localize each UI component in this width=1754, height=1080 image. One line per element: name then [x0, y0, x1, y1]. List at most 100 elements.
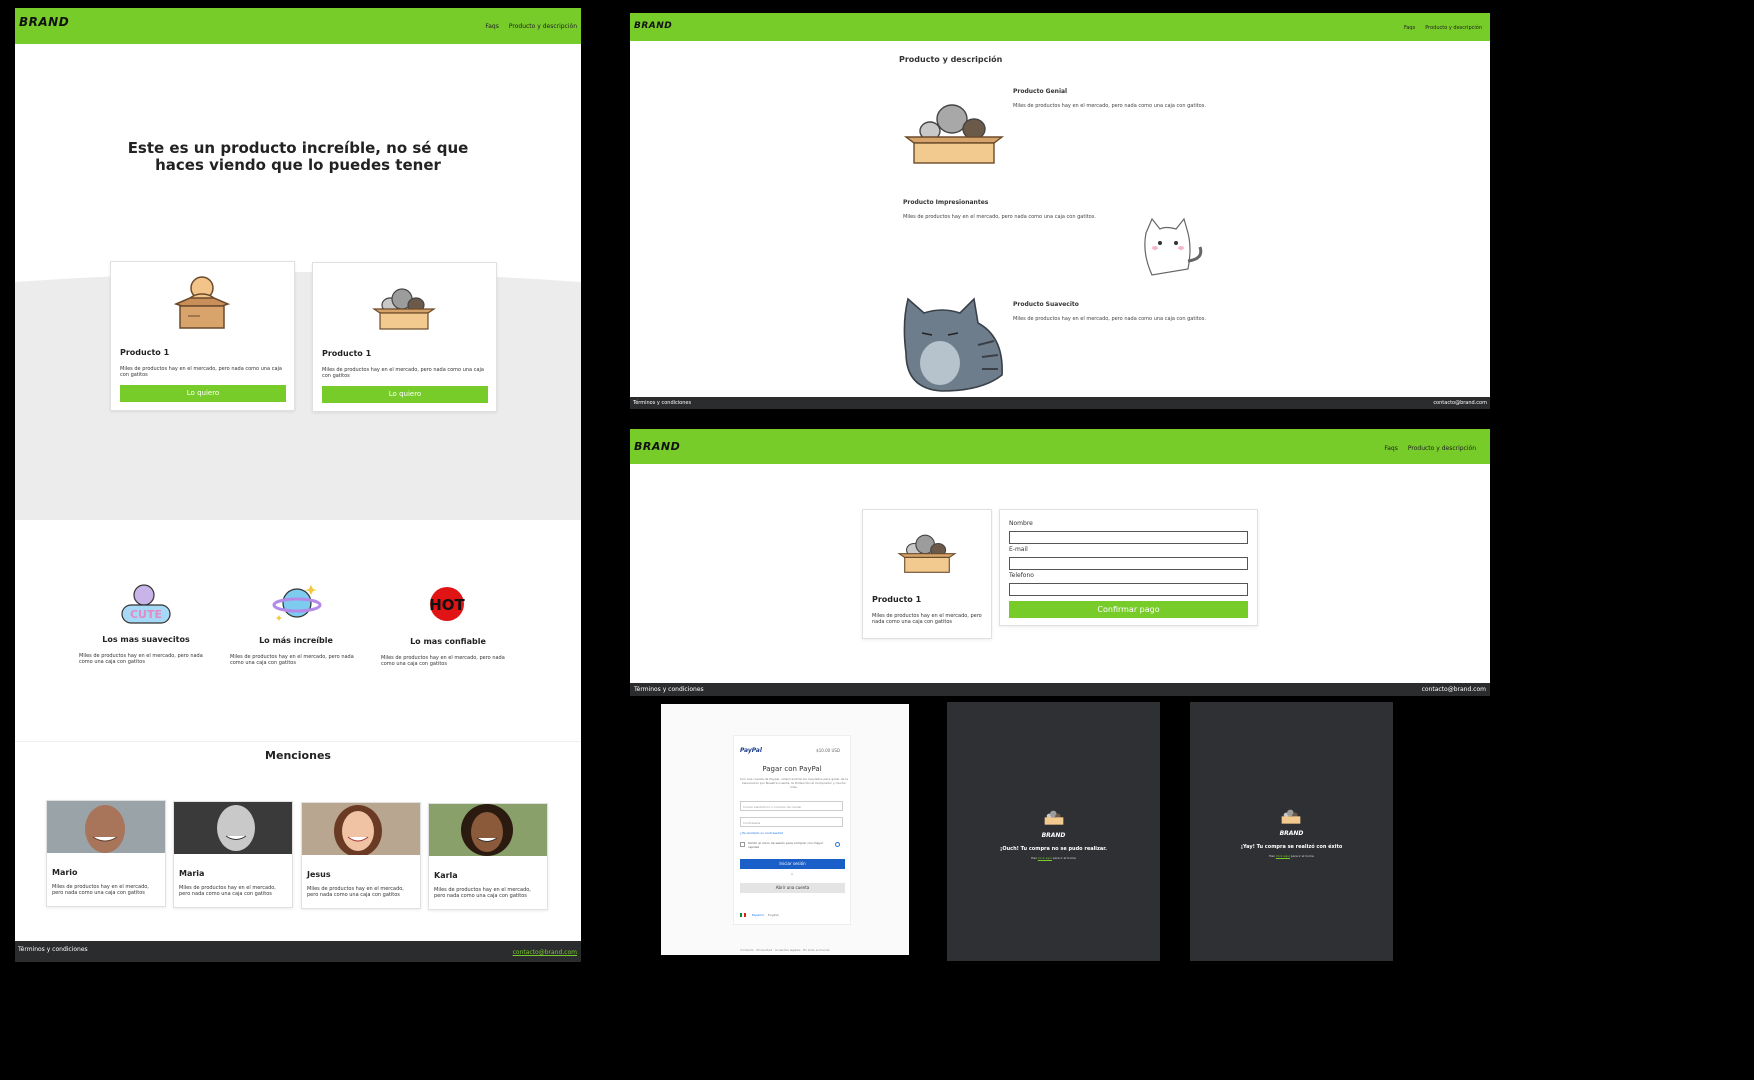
- feature-desc: Miles de productos hay en el mercado, pe…: [230, 654, 354, 666]
- mention-name: Jesus: [307, 870, 331, 879]
- brand-logo[interactable]: BRAND: [634, 440, 680, 453]
- feature-title: Lo mas confiable: [410, 637, 486, 646]
- item-title: Producto Impresionantes: [903, 199, 989, 206]
- fail-subtext: Haz click aquí para ir al home: [947, 856, 1160, 860]
- gray-cat-icon: [903, 297, 1003, 392]
- product-desc: Miles de productos hay en el mercado, pe…: [120, 366, 282, 378]
- paypal-or-text: o: [791, 872, 793, 876]
- mention-desc: Miles de productos hay en el mercado, pe…: [52, 884, 149, 896]
- paypal-amount: $10.00 USD: [816, 748, 840, 753]
- fail-message: ¡Ouch! Tu compra no se pudo realizar.: [1000, 846, 1107, 852]
- navbar: BRAND Faqs Producto y descripción: [15, 8, 581, 44]
- mention-name: Karla: [434, 871, 458, 880]
- phone-field[interactable]: [1009, 583, 1248, 596]
- item-title: Producto Suavecito: [1013, 301, 1079, 308]
- divider: [15, 741, 581, 742]
- feature-title: Lo más increíble: [259, 636, 333, 645]
- detail-title: Producto y descripción: [899, 55, 1003, 64]
- feature-title: Los mas suavecitos: [102, 635, 190, 644]
- paypal-lang-es[interactable]: Español: [752, 913, 764, 917]
- paypal-forgot-link[interactable]: ¿Ha olvidado su contraseña?: [740, 831, 783, 835]
- feature-desc: Miles de productos hay en el mercado, pe…: [79, 653, 203, 665]
- paypal-intro: Con una cuenta de Paypal, usted recibirá…: [740, 777, 848, 789]
- cute-badge-text: CUTE: [130, 608, 162, 621]
- nav-producto[interactable]: Producto y descripción: [1425, 25, 1482, 31]
- item-title: Producto Genial: [1013, 88, 1068, 95]
- footer-email[interactable]: contacto@brand.com: [513, 949, 577, 956]
- nav-links: Faqs Producto y descripción: [1404, 25, 1482, 31]
- email-field[interactable]: [1009, 557, 1248, 570]
- checkout-product-card: Producto 1 Miles de productos hay en el …: [862, 509, 992, 639]
- nav-links: Faqs Producto y descripción: [1384, 445, 1476, 452]
- product-title: Producto 1: [872, 595, 922, 604]
- mention-desc: Miles de productos hay en el mercado, pe…: [307, 886, 404, 898]
- footer-terms[interactable]: Términos y condiciones: [18, 946, 88, 953]
- item-desc: Miles de productos hay en el mercado, pe…: [903, 214, 1096, 220]
- mention-name: Maria: [179, 869, 205, 878]
- checkout-form: Nombre E-mail Telefono Confirmar pago: [999, 509, 1258, 626]
- product-title: Producto 1: [322, 349, 372, 358]
- hero-title: Este es un producto increíble, no sé que…: [127, 139, 469, 174]
- brand-logo[interactable]: BRAND: [634, 21, 672, 31]
- fail-page: BRAND ¡Ouch! Tu compra no se pudo realiz…: [947, 702, 1160, 961]
- paypal-card: PayPal $10.00 USD Pagar con PayPal Con u…: [733, 735, 851, 925]
- buy-button[interactable]: Lo quiero: [120, 385, 286, 402]
- hot-badge-text: HOT: [429, 596, 465, 614]
- footer-email[interactable]: contacto@brand.com: [1433, 400, 1487, 406]
- navbar: BRAND Faqs Producto y descripción: [630, 13, 1490, 41]
- avatar-karla: [429, 804, 547, 856]
- hot-badge-icon: HOT: [429, 587, 466, 621]
- item-desc: Miles de productos hay en el mercado, pe…: [1013, 316, 1206, 322]
- success-brand: BRAND: [1279, 830, 1304, 837]
- footer-terms[interactable]: Términos y condiciones: [634, 686, 704, 693]
- success-sub-pre: Haz: [1269, 854, 1276, 858]
- baby-in-box-icon: [173, 276, 231, 329]
- success-home-link[interactable]: click aquí: [1276, 854, 1290, 858]
- brand-logo[interactable]: BRAND: [19, 15, 69, 29]
- paypal-login-button[interactable]: Iniciar sesión: [740, 859, 845, 869]
- product-title: Producto 1: [120, 348, 170, 357]
- product-desc: Miles de productos hay en el mercado, pe…: [322, 367, 484, 379]
- fail-home-link[interactable]: click aquí: [1038, 856, 1052, 860]
- home-page: BRAND Faqs Producto y descripción Este e…: [15, 8, 581, 962]
- footer-email[interactable]: contacto@brand.com: [1422, 686, 1486, 693]
- footer-terms[interactable]: Términos y condiciones: [633, 400, 691, 406]
- mention-card-maria: Maria Miles de productos hay en el merca…: [173, 801, 293, 908]
- mention-card-jesus: Jesus Miles de productos hay en el merca…: [301, 802, 421, 909]
- fail-brand: BRAND: [1041, 832, 1066, 839]
- paypal-remember-text: Omitir el inicio de sesión para comprar …: [748, 841, 824, 849]
- mention-card-mario: Mario Miles de productos hay en el merca…: [46, 800, 166, 907]
- nav-producto[interactable]: Producto y descripción: [1408, 445, 1476, 452]
- feature-desc: Miles de productos hay en el mercado, pe…: [381, 655, 505, 667]
- paypal-email-input[interactable]: Correo electrónico o número de celular: [740, 801, 843, 811]
- confirm-payment-button[interactable]: Confirmar pago: [1009, 601, 1248, 618]
- footer: Términos y condiciones contacto@brand.co…: [630, 683, 1490, 696]
- nav-faqs[interactable]: Faqs: [485, 23, 499, 30]
- nav-faqs[interactable]: Faqs: [1384, 445, 1398, 452]
- cats-in-box-icon: [1281, 809, 1301, 824]
- fail-sub-pre: Haz: [1031, 856, 1038, 860]
- name-label: Nombre: [1009, 520, 1033, 527]
- footer: Términos y condiciones contacto@brand.co…: [15, 941, 581, 962]
- nav-faqs[interactable]: Faqs: [1404, 25, 1415, 31]
- cats-in-box-icon: [903, 104, 1005, 164]
- success-message: ¡Yay! Tu compra se realizó con éxito: [1240, 844, 1343, 850]
- name-field[interactable]: [1009, 531, 1248, 544]
- mention-desc: Miles de productos hay en el mercado, pe…: [179, 885, 276, 897]
- paypal-password-input[interactable]: Contraseña: [740, 817, 843, 827]
- cats-in-box-icon: [372, 288, 436, 330]
- success-sub-post: para ir al home: [1289, 854, 1314, 858]
- paypal-lang-en[interactable]: English: [768, 913, 779, 917]
- mention-name: Mario: [52, 868, 78, 877]
- paypal-create-button[interactable]: Abrir una cuenta: [740, 883, 845, 893]
- success-page: BRAND ¡Yay! Tu compra se realizó con éxi…: [1190, 702, 1393, 961]
- success-subtext: Haz click aquí para ir al home: [1190, 854, 1393, 858]
- buy-button[interactable]: Lo quiero: [322, 386, 488, 403]
- item-desc: Miles de productos hay en el mercado, pe…: [1013, 103, 1206, 109]
- avatar-jesus: [302, 803, 420, 855]
- product-desc: Miles de productos hay en el mercado, pe…: [872, 613, 982, 625]
- cute-bear-icon: CUTE: [121, 584, 171, 624]
- nav-producto[interactable]: Producto y descripción: [509, 23, 577, 30]
- paypal-remember-checkbox[interactable]: [740, 842, 745, 847]
- planet-icon: [272, 585, 322, 621]
